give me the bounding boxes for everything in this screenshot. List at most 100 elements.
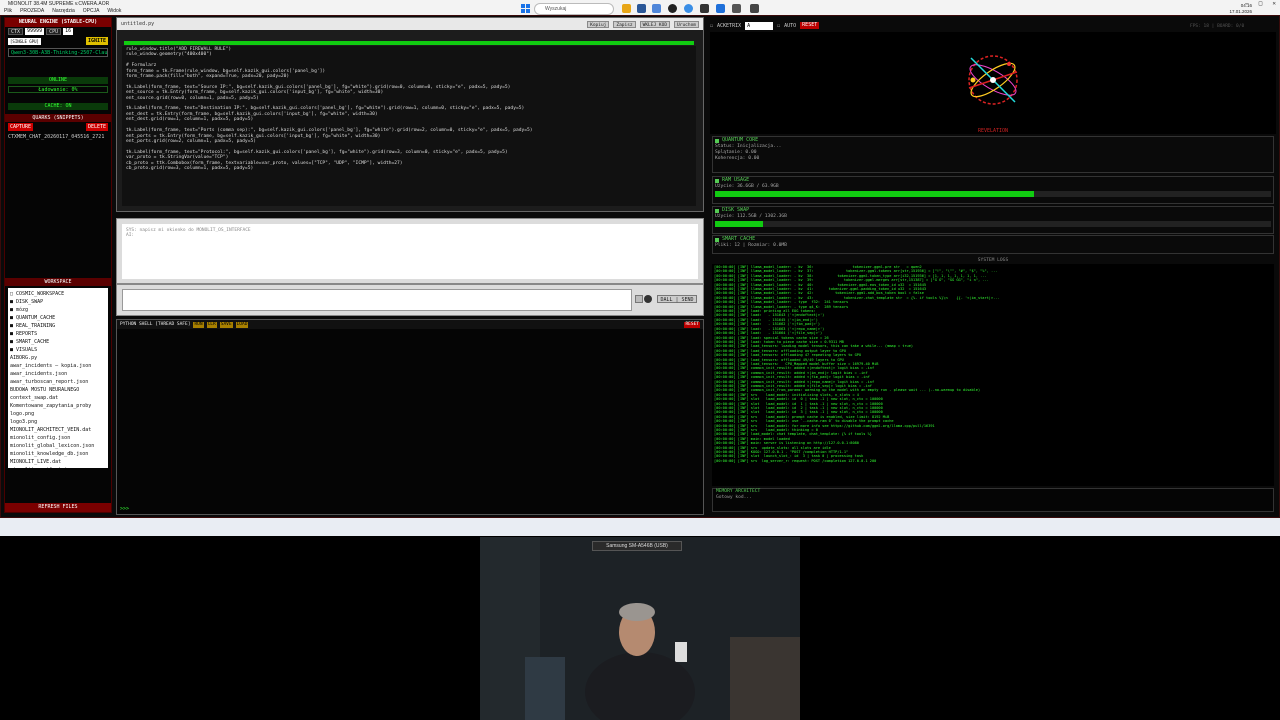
send-label[interactable]: SEND — [682, 297, 694, 303]
system-logs[interactable]: [00:00:00] [INF] llama_model_loader: - k… — [712, 264, 1274, 486]
shell-title: PYTHON SHELL [THREAD SAFE] — [120, 322, 191, 327]
mode-badge[interactable]: [SINGLE GPU] — [8, 37, 41, 45]
shell-reset-button[interactable]: RESET — [684, 322, 700, 328]
attach-icon[interactable] — [635, 295, 643, 303]
workspace-tree-item[interactable]: MIONOLIT_LIVE.dat — [10, 458, 106, 466]
shell-load-button[interactable]: LOAD — [235, 321, 249, 328]
workspace-tree-item[interactable]: awar_incidents — kopia.json — [10, 362, 106, 370]
delete-button[interactable]: DELETE — [85, 123, 108, 131]
menu-item-tools[interactable]: Narzędzia — [52, 8, 75, 15]
shell-save-button[interactable]: SAVE — [219, 321, 233, 328]
workspace-tree-item[interactable]: context_swap.dat — [10, 394, 106, 402]
chair — [525, 657, 565, 720]
send-button[interactable]: DALL | SEND — [657, 295, 697, 303]
copy-button[interactable]: Kopiuj — [587, 20, 610, 28]
workspace-tree: □ COSMIC_WORKSPACE ■ DISK_SWAP ■ mózg ■ … — [8, 288, 108, 468]
app-icon[interactable] — [668, 4, 677, 13]
smart-cache-panel: SMART CACHE Pliki: 12 | Rozmiar: 0.0MB — [712, 235, 1274, 254]
taskbar-clock[interactable]: 04:16 17.01.2026 — [1229, 3, 1252, 14]
workspace-tree-item[interactable]: mionolit_manifest.json — [10, 466, 106, 468]
shell-clear-button[interactable]: CLR — [206, 321, 217, 328]
workspace-tree-item[interactable]: ■ mózg — [10, 306, 106, 314]
mic-icon[interactable] — [644, 295, 652, 303]
person-hair — [619, 603, 655, 621]
app-icon-2[interactable] — [716, 4, 725, 13]
edge-icon[interactable] — [684, 4, 693, 13]
disk-icon — [715, 208, 719, 213]
workspace-tree-item[interactable]: mionolit_config.json — [10, 434, 106, 442]
model-select[interactable]: Qwen3-30B-A3B-Thinking-2507-Claude-4.5-S… — [8, 48, 108, 57]
workspace-tree-item[interactable]: ■ REPORTS — [10, 330, 106, 338]
workspace-tree-item[interactable]: ■ DISK_SWAP — [10, 298, 106, 306]
cache-icon — [715, 237, 719, 242]
swap-bar-fill — [715, 221, 763, 227]
disk-swap-panel: DISK SWAP Użycie: 112.5GB / 1302.3GB — [712, 206, 1274, 234]
workspace-tree-item[interactable]: ■ SMART_CACHE — [10, 338, 106, 346]
workspace-tree-item[interactable]: mionolit_knowledge_db.json — [10, 450, 106, 458]
workspace-tree-item[interactable]: mionolit_global_lexicon.json — [10, 442, 106, 450]
editor-progress-bar — [124, 41, 694, 45]
webcam-image — [480, 537, 800, 720]
matrix-checkbox[interactable]: ☐ — [710, 23, 713, 29]
ram-icon — [715, 178, 719, 183]
app-icon-3[interactable] — [732, 4, 741, 13]
chat-input[interactable] — [122, 289, 632, 311]
ctx-input[interactable]: 99999 — [25, 28, 45, 35]
workspace-tree-item[interactable]: □ COSMIC_WORKSPACE — [10, 290, 106, 298]
paste-code-button[interactable]: WKLEJ KOD — [639, 20, 671, 28]
auto-checkbox[interactable]: ☐ — [777, 23, 780, 29]
workspace-tree-item[interactable]: BUDOWA MOSTU NEURALNEGO — [10, 386, 106, 394]
code-text-area[interactable]: rule_window.title("ADD FIREWALL RULE") ru… — [122, 46, 696, 206]
workspace-tree-item[interactable]: ■ QUANTUM_CACHE — [10, 314, 106, 322]
memory-architect-input[interactable]: Gotowy kod... — [713, 495, 1273, 500]
refresh-files-button[interactable]: REFRESH FILES — [5, 503, 111, 512]
shell-prompt[interactable]: >>> — [120, 506, 129, 512]
capture-button[interactable]: CAPTURE — [8, 123, 34, 131]
quantum-core-title: QUANTUM CORE — [722, 137, 759, 143]
store-icon[interactable] — [652, 4, 661, 13]
terminal-icon[interactable] — [700, 4, 709, 13]
paper — [675, 642, 687, 662]
windows-start-icon[interactable] — [521, 4, 530, 13]
ignite-button[interactable]: IGNITE — [85, 37, 108, 45]
matrix-input[interactable]: A — [745, 21, 774, 30]
menu-item-options[interactable]: OPCJA — [83, 8, 100, 15]
menu-item-view[interactable]: Widok — [107, 8, 121, 15]
matrix-label: ACKETRIX — [717, 22, 742, 29]
run-button[interactable]: Uruchom — [674, 20, 699, 28]
file-explorer-icon[interactable] — [622, 4, 631, 13]
workspace-tree-item[interactable]: logo.png — [10, 410, 106, 418]
workspace-tree-item[interactable]: ■ REAL_TRAINING — [10, 322, 106, 330]
menu-item-file[interactable]: Plik — [4, 8, 12, 15]
workspace-tree-item[interactable]: ■ VISUALS — [10, 346, 106, 354]
maximize-icon[interactable]: □ — [1259, 0, 1263, 8]
menu-item-proxy[interactable]: PROZEDA — [20, 8, 44, 15]
fps-info: FPS: 18 | BOARD: 0/0 — [1190, 24, 1245, 29]
cpu-input[interactable]: 16 — [63, 28, 74, 35]
workspace-tree-item[interactable]: Komentowane_zapytania_proby — [10, 402, 106, 410]
cpu-label: CPU — [46, 28, 62, 35]
smart-cache-title: SMART CACHE — [722, 236, 756, 242]
shelf — [730, 637, 800, 720]
smart-cache-text: Pliki: 12 | Rozmiar: 0.0MB — [715, 243, 787, 248]
quantum-core-panel: QUANTUM CORE Status: Inicjalizacja... Sp… — [712, 136, 1274, 173]
workspace-header: WORKSPACE — [5, 278, 111, 286]
app-icon-4[interactable] — [750, 4, 759, 13]
log-line: [00:00:00] [INF] srv log_server_r: reque… — [714, 458, 877, 463]
close-icon[interactable]: ✕ — [1272, 0, 1276, 8]
visualizer-reset-button[interactable]: RESET — [800, 22, 820, 29]
taskview-icon[interactable] — [637, 4, 646, 13]
shell-run-button[interactable]: RUN — [193, 321, 204, 328]
memory-list-item[interactable]: CTXMEM_CHAT_20260117_045516_2721 — [8, 134, 108, 140]
workspace-tree-item[interactable]: logo3.png — [10, 418, 106, 426]
workspace-tree-item[interactable]: AIBORG.py — [10, 354, 106, 362]
workspace-tree-item[interactable]: awar_turboscan_report.json — [10, 378, 106, 386]
workspace-tree-item[interactable]: MIONOLIT_ARCHITECT_VEIN.dat — [10, 426, 106, 434]
save-button[interactable]: Zapisz — [613, 20, 636, 28]
taskbar-search[interactable]: Wyszukaj — [534, 3, 614, 15]
ram-bar-fill — [715, 191, 1034, 197]
loading-status: Ładowanie: 0% — [8, 86, 108, 93]
auto-label: AUTO — [784, 22, 797, 29]
workspace-tree-item[interactable]: awar_incidents.json — [10, 370, 106, 378]
dalle-label[interactable]: DALL — [660, 297, 672, 303]
